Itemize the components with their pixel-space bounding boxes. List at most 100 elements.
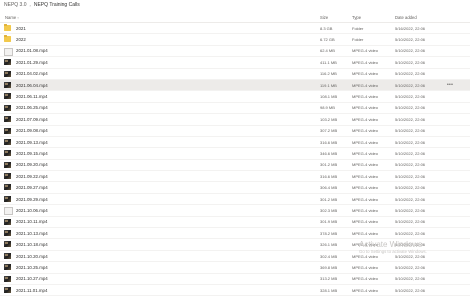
file-type: MPEG-4 video <box>352 71 379 77</box>
file-row[interactable]: 2021.10.13.mp4 378.2 MB MPEG-4 video 5/10/2… <box>0 228 470 240</box>
file-size: 346.6 MB <box>320 150 338 156</box>
file-name[interactable]: 2021.10.06.mp4 <box>16 205 48 215</box>
file-row[interactable]: 2021.09.22.mp4 316.6 MB MPEG-4 video 5/10/2… <box>0 171 470 183</box>
file-row[interactable]: 2021.06.11.mp4 108.1 MB MPEG-4 video 5/10/2… <box>0 91 470 103</box>
file-row[interactable]: 2021.09.29.mp4 301.2 MB MPEG-4 video 5/10/2… <box>0 194 470 206</box>
file-type: MPEG-4 video <box>352 264 379 270</box>
video-thumbnail-icon <box>4 184 11 191</box>
file-row[interactable]: 2021 8.3 GB Folder 5/16/2022, 22:06 <box>0 23 470 35</box>
file-name[interactable]: 2021.10.27.mp4 <box>16 274 48 284</box>
file-date-added: 5/10/2022, 22:06 <box>395 150 426 156</box>
video-thumbnail-icon <box>4 241 11 248</box>
chevron-right-icon: › <box>29 2 31 8</box>
file-name[interactable]: 2021.06.25.mp4 <box>16 103 48 113</box>
file-date-added: 5/10/2022, 22:06 <box>395 287 426 293</box>
file-name[interactable]: 2021.06.11.mp4 <box>16 91 47 101</box>
file-type: MPEG-4 video <box>352 173 379 179</box>
breadcrumb-root[interactable]: NEPQ 3.0 <box>4 2 27 8</box>
file-name[interactable]: 2021.09.15.mp4 <box>16 148 48 158</box>
video-thumbnail-icon <box>4 286 11 293</box>
file-name[interactable]: 2021.11.01.mp4 <box>16 285 47 295</box>
file-row[interactable]: 2021.10.27.mp4 313.2 MB MPEG-4 video 5/10/2… <box>0 274 470 285</box>
column-header-name-label: Name <box>5 15 17 20</box>
file-name[interactable]: 2021.10.20.mp4 <box>16 251 48 261</box>
file-name[interactable]: 2021.01.29.mp4 <box>16 57 48 67</box>
column-header-name[interactable]: Name ↑ <box>5 13 19 22</box>
video-thumbnail-icon <box>4 264 11 271</box>
video-thumbnail-icon <box>4 93 11 100</box>
video-thumbnail-icon <box>4 81 11 88</box>
file-name[interactable]: 2021.09.08.mp4 <box>16 126 48 136</box>
column-header-size[interactable]: Size <box>320 13 328 22</box>
file-row[interactable]: 2021.06.04.mp4 119.1 MB MPEG-4 video 5/10/2… <box>0 79 470 92</box>
file-name[interactable]: 2021 <box>16 23 26 33</box>
file-date-added: 5/10/2022, 22:06 <box>395 82 426 88</box>
file-row[interactable]: 2021.09.20.mp4 301.2 MB MPEG-4 video 5/10/2… <box>0 160 470 172</box>
file-date-added: 5/10/2022, 22:06 <box>395 207 426 213</box>
file-size: 326.1 MB <box>320 242 338 248</box>
video-thumbnail-icon <box>4 59 11 66</box>
file-size: 119.1 MB <box>320 82 337 88</box>
file-name[interactable]: 2021.07.09.mp4 <box>16 114 48 124</box>
file-date-added: 5/10/2022, 22:06 <box>395 162 426 168</box>
file-name[interactable]: 2021.10.13.mp4 <box>16 228 48 238</box>
file-list: 2021 8.3 GB Folder 5/16/2022, 22:06 2022 6.72… <box>0 23 470 296</box>
file-name[interactable]: 2021.04.02.mp4 <box>16 69 48 79</box>
file-row[interactable]: 2021.10.25.mp4 369.8 MB MPEG-4 video 5/10/2… <box>0 262 470 274</box>
file-name[interactable]: 2021.01.08.mp4 <box>16 46 48 56</box>
file-date-added: 5/10/2022, 22:06 <box>395 185 426 191</box>
file-row[interactable]: 2021.09.27.mp4 306.4 MB MPEG-4 video 5/10/2… <box>0 182 470 194</box>
file-row[interactable]: 2021.06.25.mp4 98.9 MB MPEG-4 video 5/10/20… <box>0 103 470 115</box>
file-name[interactable]: 2021.06.04.mp4 <box>16 80 48 90</box>
more-options-icon[interactable]: ••• <box>447 80 453 90</box>
file-name[interactable]: 2021.09.20.mp4 <box>16 160 48 170</box>
file-date-added: 5/10/2022, 22:06 <box>395 128 426 134</box>
file-type: MPEG-4 video <box>352 185 379 191</box>
file-name[interactable]: 2021.10.18.mp4 <box>16 239 48 249</box>
file-name[interactable]: 2021.09.13.mp4 <box>16 137 48 147</box>
file-row[interactable]: 2021.09.08.mp4 307.2 MB MPEG-4 video 5/10/2… <box>0 126 470 137</box>
file-row[interactable]: 2021.10.11.mp4 301.9 MB MPEG-4 video 5/10/2… <box>0 217 470 229</box>
video-thumbnail-icon <box>4 127 11 134</box>
file-name[interactable]: 2021.10.25.mp4 <box>16 262 48 272</box>
file-size: 98.9 MB <box>320 105 335 111</box>
file-row[interactable]: 2021.11.01.mp4 328.1 MB MPEG-4 video 5/10/2… <box>0 285 470 296</box>
file-type: MPEG-4 video <box>352 219 379 225</box>
file-row[interactable]: 2021.09.13.mp4 316.6 MB MPEG-4 video 5/10/2… <box>0 137 470 149</box>
file-size: 378.2 MB <box>320 230 338 236</box>
file-type: MPEG-4 video <box>352 116 379 122</box>
video-thumbnail-icon <box>4 161 11 168</box>
file-date-added: 5/10/2022, 22:06 <box>395 105 426 111</box>
file-row[interactable]: 2021.07.09.mp4 103.2 MB MPEG-4 video 5/10/2… <box>0 114 470 126</box>
file-type: MPEG-4 video <box>352 105 379 111</box>
file-name[interactable]: 2021.09.27.mp4 <box>16 182 48 192</box>
file-size: 6.72 GB <box>320 37 335 43</box>
file-size: 313.2 MB <box>320 276 338 282</box>
file-type: MPEG-4 video <box>352 287 379 293</box>
video-thumbnail-icon <box>4 218 11 225</box>
file-type: MPEG-4 video <box>352 230 379 236</box>
file-size: 8.3 GB <box>320 25 333 31</box>
file-row[interactable]: 2021.01.08.mp4 62.4 MB MPEG-4 video 5/10/20… <box>0 46 470 58</box>
column-header-type[interactable]: Type <box>352 13 361 22</box>
file-date-added: 5/10/2022, 22:06 <box>395 48 426 54</box>
video-thumbnail-icon <box>4 230 11 237</box>
file-row[interactable]: 2021.09.15.mp4 346.6 MB MPEG-4 video 5/10/2… <box>0 148 470 160</box>
file-type: MPEG-4 video <box>352 196 379 202</box>
file-row[interactable]: 2021.04.02.mp4 116.2 MB MPEG-4 video 5/10/2… <box>0 69 470 80</box>
file-name[interactable]: 2022 <box>16 34 26 44</box>
file-name[interactable]: 2021.09.22.mp4 <box>16 171 48 181</box>
file-date-added: 5/10/2022, 22:06 <box>395 276 426 282</box>
video-thumbnail-icon <box>4 104 11 111</box>
column-header-date[interactable]: Date added <box>395 13 417 22</box>
video-thumbnail-icon <box>4 195 11 202</box>
breadcrumb: NEPQ 3.0 › NEPQ Training Calls <box>4 0 80 10</box>
file-name[interactable]: 2021.10.11.mp4 <box>16 217 47 227</box>
file-type: Folder <box>352 25 364 31</box>
file-row[interactable]: 2021.01.29.mp4 411.1 MB MPEG-4 video 5/10/2… <box>0 57 470 69</box>
file-name[interactable]: 2021.09.29.mp4 <box>16 194 48 204</box>
file-size: 103.2 MB <box>320 116 338 122</box>
file-row[interactable]: 2021.10.06.mp4 302.3 MB MPEG-4 video 5/10/2… <box>0 205 470 217</box>
file-row[interactable]: 2022 6.72 GB Folder 5/10/2022, 22:06 <box>0 34 470 46</box>
file-type: MPEG-4 video <box>352 82 379 88</box>
